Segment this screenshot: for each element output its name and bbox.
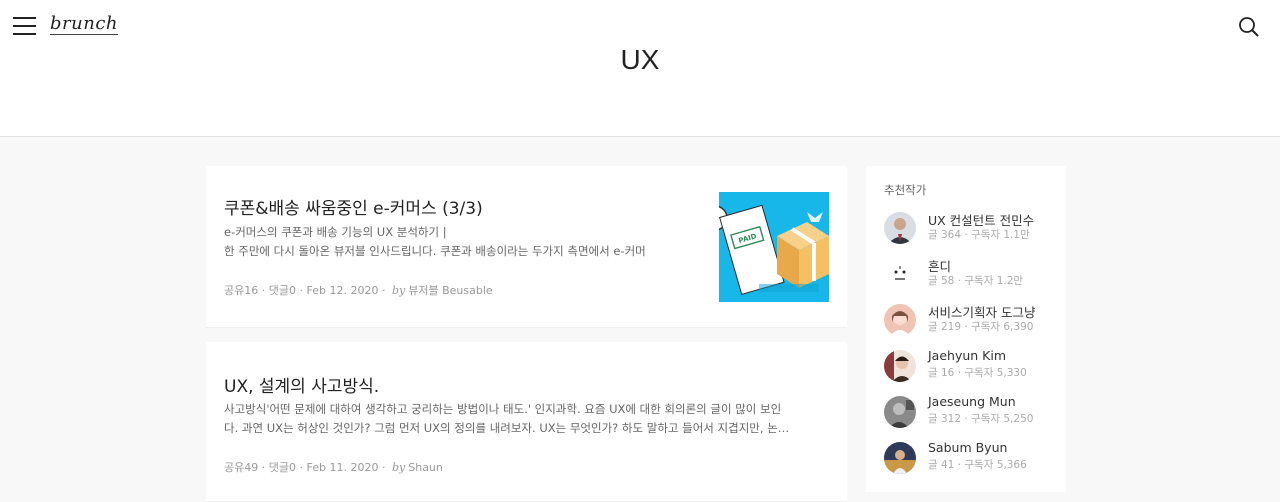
top-header: brunch UX	[0, 0, 1280, 137]
recommended-writers-panel: 추천작가 UX 컨설턴트 전민수 글 364 · 구독자 1.1만 흔디 글 5…	[866, 166, 1066, 492]
avatar[interactable]	[884, 212, 916, 244]
by-label: by	[391, 284, 406, 297]
writer-item[interactable]: 흔디 글 58 · 구독자 1.2만	[884, 256, 1048, 302]
article-title[interactable]: 쿠폰&배송 싸움중인 e-커머스 (3/3)	[224, 194, 483, 219]
article-excerpt: 다. 과연 UX는 허상인 것인가? 그럼 먼저 UX의 정의를 내려보자. U…	[224, 421, 790, 435]
writer-item[interactable]: Jaehyun Kim 글 16 · 구독자 5,330	[884, 348, 1048, 394]
brunch-logo[interactable]: brunch	[50, 14, 118, 35]
avatar[interactable]	[884, 442, 916, 474]
writer-stats: 글 16 · 구독자 5,330	[928, 367, 1027, 379]
comment-count: 댓글0	[268, 461, 296, 474]
article-thumbnail[interactable]: PAID	[719, 192, 829, 302]
comment-count: 댓글0	[268, 284, 296, 297]
article-meta: 공유49 · 댓글0 · Feb 11. 2020 · by Shaun	[224, 461, 443, 474]
writer-item[interactable]: Sabum Byun 글 41 · 구독자 5,366	[884, 440, 1048, 486]
article-author[interactable]: 뷰저블 Beusable	[408, 284, 492, 297]
article-list: 쿠폰&배송 싸움중인 e-커머스 (3/3) e-커머스의 쿠폰과 배송 기능의…	[206, 166, 847, 502]
writer-stats: 글 364 · 구독자 1.1만	[928, 229, 1030, 241]
article-meta: 공유16 · 댓글0 · Feb 12. 2020 · by 뷰저블 Beusab…	[224, 284, 493, 297]
article-card[interactable]: UX, 설계의 사고방식. 사고방식'어떤 문제에 대하여 생각하고 궁리하는 …	[206, 342, 847, 502]
writer-stats: 글 41 · 구독자 5,366	[928, 459, 1027, 471]
avatar[interactable]	[884, 304, 916, 336]
recommended-writers-heading: 추천작가	[884, 183, 927, 197]
hamburger-menu-icon[interactable]	[13, 16, 36, 36]
article-excerpt: 사고방식'어떤 문제에 대하여 생각하고 궁리하는 방법이나 태도.' 인지과학…	[224, 402, 782, 416]
article-title[interactable]: UX, 설계의 사고방식.	[224, 372, 379, 397]
writer-stats: 글 312 · 구독자 5,250	[928, 413, 1034, 425]
writer-item[interactable]: Jaeseung Mun 글 312 · 구독자 5,250	[884, 394, 1048, 440]
article-subtitle: e-커머스의 쿠폰과 배송 기능의 UX 분석하기 |	[224, 225, 447, 239]
share-count: 공유16	[224, 284, 259, 297]
avatar[interactable]	[884, 350, 916, 382]
article-excerpt: 한 주만에 다시 돌아온 뷰저블 인사드립니다. 쿠폰과 배송이라는 두가지 측…	[224, 244, 646, 258]
article-date: Feb 11. 2020	[306, 461, 379, 474]
writer-item[interactable]: UX 컨설턴트 전민수 글 364 · 구독자 1.1만	[884, 210, 1048, 256]
article-card[interactable]: 쿠폰&배송 싸움중인 e-커머스 (3/3) e-커머스의 쿠폰과 배송 기능의…	[206, 166, 847, 328]
avatar[interactable]	[884, 258, 916, 290]
writer-name[interactable]: Jaeseung Mun	[928, 394, 1016, 409]
writer-name[interactable]: Sabum Byun	[928, 440, 1007, 455]
writer-item[interactable]: 서비스기획자 도그냥 글 219 · 구독자 6,390	[884, 302, 1048, 348]
avatar[interactable]	[884, 396, 916, 428]
writer-stats: 글 219 · 구독자 6,390	[928, 321, 1034, 333]
writer-stats: 글 58 · 구독자 1.2만	[928, 275, 1024, 287]
by-label: by	[391, 461, 406, 474]
search-icon[interactable]	[1238, 16, 1260, 38]
writer-name[interactable]: Jaehyun Kim	[928, 348, 1006, 363]
article-author[interactable]: Shaun	[408, 461, 443, 474]
share-count: 공유49	[224, 461, 259, 474]
article-date: Feb 12. 2020	[306, 284, 379, 297]
page-title: UX	[620, 44, 660, 75]
